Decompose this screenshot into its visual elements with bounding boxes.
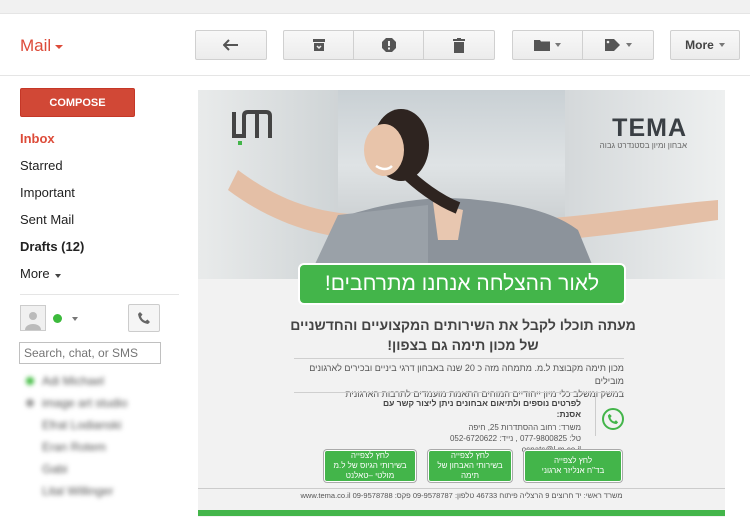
trash-icon	[453, 37, 465, 53]
list-item[interactable]: Gabi	[26, 458, 127, 480]
status-placeholder	[26, 421, 34, 429]
email-bottom-bar	[198, 510, 725, 516]
app-title: Mail	[20, 36, 52, 55]
sidebar-nav: Inbox Starred Important Sent Mail Drafts…	[20, 125, 180, 287]
cta-button-assessment[interactable]: לחץ לצפייה בשירותי האבחון של תימה	[428, 450, 512, 482]
contact-name: Lital Willinger	[42, 484, 114, 498]
sidebar-item-drafts[interactable]: Drafts (12)	[20, 233, 180, 260]
status-placeholder	[26, 443, 34, 451]
archive-button[interactable]	[284, 31, 354, 59]
lm-group-logo	[230, 108, 280, 153]
cta-button-recruitment[interactable]: לחץ לצפייה בשירותי הגיוס של ל.מ מולטי –טאל…	[324, 450, 416, 482]
sidebar-item-important[interactable]: Important	[20, 179, 180, 206]
list-item[interactable]: Adi Michael	[26, 370, 127, 392]
folder-icon	[534, 40, 550, 51]
idle-status-icon	[26, 399, 34, 407]
contact-name: image art studio	[42, 396, 128, 410]
person-icon	[25, 312, 41, 330]
list-item[interactable]: image art studio	[26, 392, 127, 414]
delete-button[interactable]	[424, 31, 494, 59]
make-call-button[interactable]	[128, 304, 160, 332]
email-intro-paragraph: מכון תימה מקבוצת ל.מ. מתמחה מזה כ 20 שנה…	[278, 362, 624, 401]
chat-status-indicator[interactable]	[53, 314, 62, 323]
cta-line: בשירותי האבחון של תימה	[437, 461, 503, 480]
contact-title: לפרטים נוספים ולתיאום אבחונים ניתן ליצור…	[383, 398, 581, 419]
contact-name: Efrat Lodianski	[42, 418, 122, 432]
list-item[interactable]: Efrat Lodianski	[26, 414, 127, 436]
footer-divider	[198, 488, 725, 489]
cta-line: בשירותי הגיוס של ל.מ	[333, 461, 407, 470]
online-status-icon	[26, 377, 34, 385]
sidebar-item-more[interactable]: More	[20, 260, 180, 287]
action-button-group	[283, 30, 495, 60]
tema-logo-word: TEMA	[612, 114, 687, 142]
hero-image: TEMA אבחון ומיון בסטנדרט גבוה	[198, 90, 725, 279]
phone-icon	[602, 408, 624, 430]
email-footer: משרד ראשי: יד חרוצים 9 הרצליה פיתוח 4673…	[300, 491, 623, 500]
avatar[interactable]	[20, 305, 46, 331]
cta-line: בד"ח אנליזר ארגוני	[541, 466, 605, 475]
list-item[interactable]: Lital Willinger	[26, 480, 127, 502]
compose-button[interactable]: COMPOSE	[20, 88, 135, 117]
cta-line: לחץ לצפייה	[450, 451, 490, 460]
contact-name: Gabi	[42, 462, 68, 476]
sidebar-item-starred[interactable]: Starred	[20, 152, 180, 179]
sidebar-divider	[20, 294, 179, 295]
label-button-group	[512, 30, 654, 60]
app-switcher[interactable]: Mail	[20, 36, 64, 56]
chevron-down-icon	[625, 43, 632, 47]
cta-line: מולטי –טאלנט	[345, 471, 395, 480]
more-label: More	[685, 38, 714, 52]
divider	[294, 358, 624, 359]
sidebar-item-inbox[interactable]: Inbox	[20, 125, 180, 152]
contact-info: לפרטים נוספים ולתיאום אבחונים ניתן ליצור…	[376, 398, 581, 455]
move-to-button[interactable]	[513, 31, 583, 59]
chevron-down-icon	[54, 274, 61, 278]
cta-line: לחץ לצפייה	[553, 456, 593, 465]
email-headline: לאור ההצלחה אנחנו מתרחבים!	[298, 263, 626, 305]
cta-button-analyzer[interactable]: לחץ לצפייה בד"ח אנליזר ארגוני	[524, 450, 622, 482]
chat-search-input[interactable]	[19, 342, 161, 364]
status-chevron-down-icon[interactable]	[72, 317, 78, 321]
phone-icon	[138, 312, 150, 324]
status-placeholder	[26, 465, 34, 473]
divider	[294, 392, 624, 393]
list-item[interactable]: Eran Rotem	[26, 436, 127, 458]
contact-address: משרד: רחוב ההסתדרות 25, חיפה	[468, 423, 581, 432]
contact-phones: טל: 077-9800825 , נייד: 052-6720622	[449, 434, 581, 443]
chat-contact-list: Adi Michael image art studio Efrat Lodia…	[26, 370, 127, 502]
subheadline-line-2: של מכון תימה גם בצפון!	[387, 337, 539, 353]
paragraph-line-1: מכון תימה מקבוצת ל.מ. מתמחה מזה כ 20 שנה…	[309, 363, 624, 386]
more-actions-button[interactable]: More	[670, 30, 740, 60]
lm-logo-mark	[232, 110, 272, 145]
email-subheadline: מעתה תוכלו לקבל את השירותים המקצועיים וה…	[258, 315, 668, 355]
email-body: TEMA אבחון ומיון בסטנדרט גבוה לאור ההצלח…	[198, 90, 725, 517]
contact-name: Eran Rotem	[42, 440, 107, 454]
report-spam-icon	[381, 38, 396, 52]
sidebar-more-label: More	[20, 266, 50, 281]
sidebar-item-sent-mail[interactable]: Sent Mail	[20, 206, 180, 233]
chevron-down-icon	[718, 43, 725, 47]
tema-logo-tagline: אבחון ומיון בסטנדרט גבוה	[599, 141, 687, 150]
cta-line: לחץ לצפייה	[350, 451, 390, 460]
report-spam-button[interactable]	[354, 31, 424, 59]
archive-icon	[312, 39, 325, 51]
tema-logo: TEMA אבחון ומיון בסטנדרט גבוה	[600, 114, 687, 150]
header-bar: Mail More	[0, 14, 750, 76]
back-arrow-icon	[223, 39, 238, 51]
back-button[interactable]	[195, 30, 267, 60]
contact-divider	[595, 396, 596, 436]
labels-button[interactable]	[583, 31, 653, 59]
contact-name: Adi Michael	[42, 374, 105, 388]
subheadline-line-1: מעתה תוכלו לקבל את השירותים המקצועיים וה…	[290, 317, 636, 333]
chevron-down-icon	[555, 43, 561, 47]
browser-top-strip	[0, 0, 750, 14]
chevron-down-icon	[55, 44, 64, 49]
label-tag-icon	[604, 39, 620, 51]
phone-glyph-icon	[607, 413, 619, 425]
status-placeholder	[26, 487, 34, 495]
